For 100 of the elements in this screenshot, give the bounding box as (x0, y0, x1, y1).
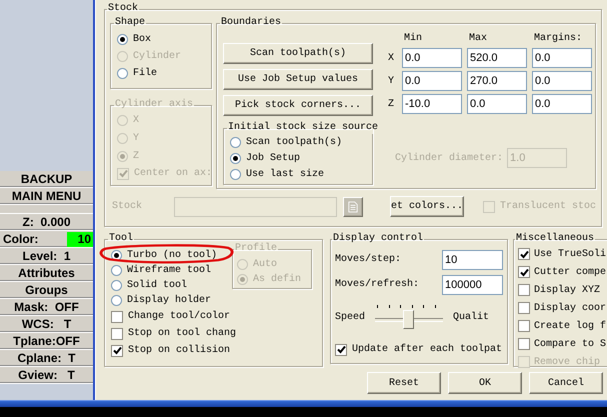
checkbox[interactable] (111, 344, 123, 356)
slider-thumb[interactable] (403, 310, 414, 329)
status-button[interactable]: Level: 1 (0, 248, 93, 265)
checkbox-label: Display XYZ (534, 284, 600, 296)
checkbox[interactable] (335, 344, 347, 356)
radio-label: Cylinder (133, 51, 182, 62)
group-title: Shape (114, 17, 146, 29)
checkbox[interactable] (111, 328, 123, 340)
radio-label: Z (133, 150, 140, 162)
checkbox[interactable] (111, 310, 123, 322)
status-button[interactable]: Gview: T (0, 367, 93, 384)
document-icon (348, 200, 358, 212)
radio-label: Solid tool (127, 280, 188, 291)
browse-button[interactable] (343, 196, 363, 216)
radio-button[interactable] (230, 136, 241, 148)
radio-label: File (133, 68, 158, 79)
boundary-button[interactable]: Scan toolpath(s) (223, 43, 373, 64)
input-field[interactable]: 0.0 (532, 94, 592, 114)
radio-label: Y (133, 132, 140, 144)
dialog-button[interactable]: Reset (367, 372, 441, 394)
radio-label: Wireframe tool (127, 265, 212, 276)
boundary-button[interactable]: Use Job Setup values (223, 69, 373, 90)
group-title: Initial stock size source (227, 122, 380, 134)
input-field[interactable]: 270.0 (467, 71, 527, 91)
group-title: Tool (108, 233, 134, 245)
color-label: Color: (3, 232, 38, 246)
dialog-button[interactable]: Cancel (529, 372, 603, 394)
group-title: Miscellaneous (515, 233, 596, 245)
checkbox[interactable] (518, 248, 530, 260)
radio-button[interactable] (117, 68, 128, 79)
input-field[interactable]: -10.0 (402, 94, 462, 114)
slider-label: Speed (335, 312, 366, 322)
input-field[interactable]: 0.0 (532, 48, 592, 68)
radio-label: X (133, 114, 140, 126)
checkbox-label: Stop on collision (128, 345, 230, 356)
colors-button[interactable]: et colors... (390, 196, 464, 217)
group-title: Profile (234, 243, 278, 255)
status-button[interactable]: Groups (0, 282, 93, 299)
input-field[interactable]: 100000 (442, 274, 503, 294)
axis-label: Z (386, 98, 395, 110)
checkbox-label: Display coor (534, 302, 606, 314)
checkbox-label: Use TrueSoli (534, 248, 606, 260)
group-title: Stock (107, 3, 140, 15)
radio-label: Use last size (246, 168, 324, 180)
field-label: Moves/refresh: (335, 279, 420, 290)
checkbox[interactable] (518, 338, 530, 350)
status-button[interactable]: WCS: T (0, 316, 93, 333)
group-title: Display control (332, 233, 424, 245)
radio-label: Turbo (no tool) (127, 250, 218, 261)
slider-label: Qualit (453, 312, 490, 322)
radio-button[interactable] (111, 280, 122, 291)
status-button[interactable]: Z: 0.000 (0, 214, 93, 231)
radio-label: Scan toolpath(s) (246, 136, 342, 148)
dialog-button[interactable]: OK (448, 372, 522, 394)
checkbox-label: Change tool/color (128, 311, 230, 322)
status-button[interactable]: Attributes (0, 265, 93, 282)
radio-label: Auto (253, 259, 278, 270)
axis-label: X (386, 52, 395, 64)
radio-label: Job Setup (246, 152, 300, 164)
menu-button[interactable]: MAIN MENU (0, 188, 93, 205)
radio-button[interactable] (230, 168, 241, 180)
column-header: Max (468, 33, 488, 45)
input-field[interactable]: 0.0 (532, 71, 592, 91)
field-label: Stock (111, 201, 144, 212)
column-header: Min (403, 33, 424, 45)
input-field[interactable]: 10 (442, 250, 503, 270)
input-field[interactable]: 0.0 (467, 94, 527, 114)
status-button[interactable]: Cplane: T (0, 350, 93, 367)
color-swatch[interactable]: 10 (67, 232, 93, 246)
radio-label: Display holder (127, 295, 212, 306)
checkbox-label: Translucent stoc (500, 201, 596, 212)
radio-button[interactable] (111, 295, 122, 306)
input-field[interactable]: 0.0 (402, 48, 462, 68)
radio-label: Box (133, 34, 152, 45)
checkbox-label: Remove chip (534, 356, 600, 368)
radio-button[interactable] (117, 34, 128, 45)
column-header: Margins: (533, 33, 584, 45)
input-field[interactable]: 0.0 (402, 71, 462, 91)
menu-button[interactable]: BACKUP (0, 171, 93, 188)
status-button[interactable]: Mask: OFF (0, 299, 93, 316)
radio-button[interactable] (230, 152, 241, 164)
field-label: Moves/step: (335, 254, 402, 265)
axis-label: Y (386, 76, 395, 86)
radio-button[interactable] (111, 265, 122, 276)
input-field[interactable]: 520.0 (467, 48, 527, 68)
radio-label: As defin (253, 274, 302, 285)
checkbox-label: Create log f (534, 320, 606, 332)
status-button[interactable]: Tplane:OFF (0, 333, 93, 350)
checkbox[interactable] (518, 302, 530, 314)
checkbox-label: Update after each toolpat (352, 344, 502, 355)
checkbox[interactable] (518, 266, 530, 278)
slider-track[interactable] (373, 305, 446, 329)
boundary-button[interactable]: Pick stock corners... (223, 95, 373, 116)
checkbox-label: Center on ax: (134, 168, 212, 179)
group-title: Boundaries (220, 17, 282, 29)
checkbox[interactable] (518, 284, 530, 296)
group-title: Cylinder axis (114, 99, 194, 111)
checkbox-label: Cutter compe (534, 266, 606, 278)
checkbox-label: Stop on tool chang (128, 328, 236, 339)
checkbox[interactable] (518, 320, 530, 332)
